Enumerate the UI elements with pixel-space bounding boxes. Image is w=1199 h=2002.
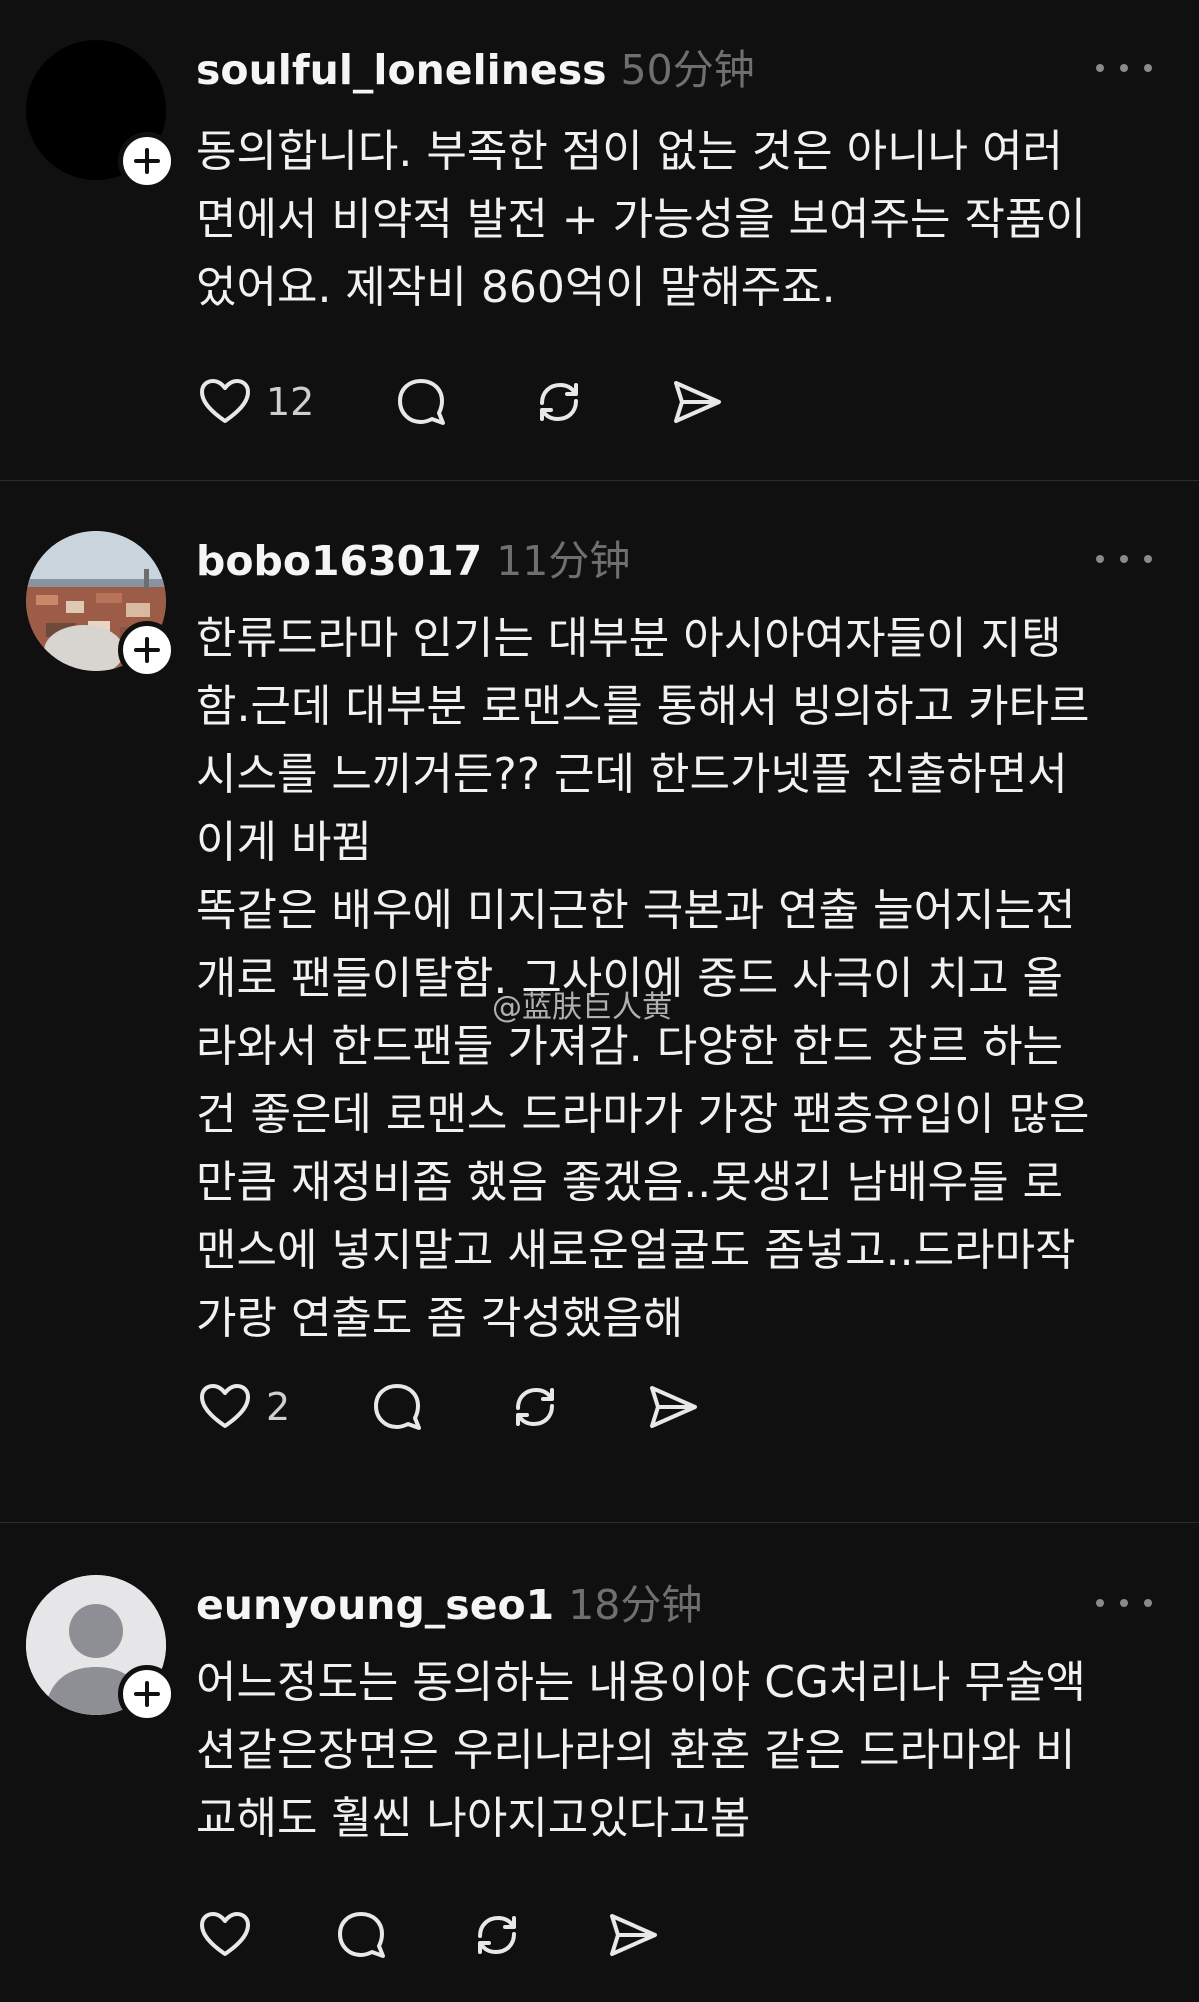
more-icon[interactable]	[1096, 1591, 1152, 1615]
share-icon	[610, 1914, 657, 1956]
like-button[interactable]: 2	[196, 1377, 290, 1437]
username[interactable]: bobo163017	[196, 537, 482, 585]
repost-button[interactable]	[530, 372, 588, 432]
comment-button[interactable]	[332, 1905, 390, 1965]
comment-item: soulful_loneliness 50分钟 동의합니다. 부족한 점이 없는…	[0, 0, 1199, 480]
username[interactable]: soulful_loneliness	[196, 46, 607, 94]
repost-button[interactable]	[506, 1377, 564, 1437]
heart-icon	[200, 1384, 250, 1428]
comment-button[interactable]	[392, 372, 450, 432]
comment-icon	[374, 1384, 421, 1430]
heart-icon	[200, 1912, 250, 1956]
like-button[interactable]	[196, 1905, 254, 1965]
comment-icon	[398, 379, 445, 425]
username[interactable]: eunyoung_seo1	[196, 1581, 554, 1629]
repost-icon	[478, 1916, 516, 1954]
timestamp: 50分钟	[620, 46, 755, 94]
share-button[interactable]	[644, 1377, 702, 1437]
comment-text: 동의합니다. 부족한 점이 없는 것은 아니나 여러 면에서 비약적 발전 + …	[196, 126, 1086, 313]
share-button[interactable]	[668, 372, 726, 432]
share-icon	[650, 1386, 697, 1428]
repost-icon	[540, 383, 578, 421]
timestamp: 18分钟	[568, 1581, 703, 1629]
plus-icon	[134, 637, 160, 663]
comment-button[interactable]	[368, 1377, 426, 1437]
watermark: @蓝肤巨人黄	[492, 990, 672, 1025]
comment-item: eunyoung_seo1 18分钟 어느정도는 동의하는 내용이야 CG처리나…	[0, 1523, 1199, 2002]
comment-header: eunyoung_seo1 18分钟	[196, 1571, 702, 1631]
plus-icon	[134, 1681, 160, 1707]
comment-header: soulful_loneliness 50分钟	[196, 36, 755, 96]
like-count: 2	[266, 1385, 291, 1429]
like-count: 12	[266, 380, 315, 424]
like-button[interactable]: 12	[196, 372, 314, 432]
follow-button[interactable]	[118, 621, 176, 679]
comment-header: bobo163017 11分钟	[196, 527, 630, 587]
share-button[interactable]	[604, 1905, 662, 1965]
comment-icon	[338, 1912, 385, 1958]
heart-icon	[200, 379, 250, 423]
timestamp: 11分钟	[496, 537, 631, 585]
follow-button[interactable]	[118, 1665, 176, 1723]
more-icon[interactable]	[1096, 547, 1152, 571]
more-icon[interactable]	[1096, 56, 1152, 80]
repost-button[interactable]	[468, 1905, 526, 1965]
comment-text: 한류드라마 인기는 대부분 아시아여자들이 지탱 함.근데 대부분 로맨스를 통…	[196, 613, 1090, 1344]
repost-icon	[516, 1388, 554, 1426]
comment-text: 어느정도는 동의하는 내용이야 CG처리나 무술액 션같은장면은 우리나라의 환…	[196, 1657, 1086, 1844]
follow-button[interactable]	[118, 132, 176, 190]
share-icon	[674, 381, 721, 423]
plus-icon	[134, 148, 160, 174]
